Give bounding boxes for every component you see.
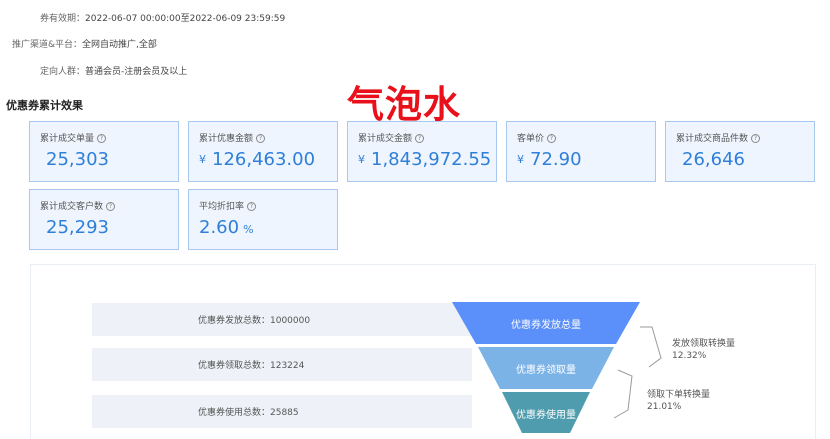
- validity-value: 2022-06-07 00:00:00至2022-06-09 23:59:59: [85, 14, 286, 24]
- card-value: ¥1,843,972.55: [358, 149, 492, 170]
- conversion-label: 发放领取转换量: [672, 339, 736, 349]
- channel-label: 推广渠道&平台：: [12, 40, 83, 50]
- card-value: 25,293: [46, 217, 109, 238]
- metric-card-avg-discount-rate: 平均折扣率? 2.60%: [188, 189, 338, 250]
- question-circle-icon[interactable]: ?: [751, 134, 761, 143]
- metric-card-avg-order-value: 客单价? ¥72.90: [506, 121, 656, 182]
- metric-card-total-orders: 累计成交单量? 25,303: [29, 121, 179, 182]
- section-title: 优惠券累计效果: [6, 99, 83, 112]
- card-value: ¥72.90: [517, 149, 582, 170]
- question-circle-icon[interactable]: ?: [106, 202, 116, 211]
- funnel-row-claimed: 优惠券领取总数：123224: [92, 348, 472, 381]
- conversion-rate: 21.01%: [647, 402, 682, 412]
- card-value: 2.60%: [199, 217, 254, 238]
- funnel-row-text: 优惠券使用总数：25885: [198, 408, 299, 418]
- audience-row: 定向人群：普通会员-注册会员及以上: [40, 64, 187, 77]
- card-label: 累计成交单量: [40, 134, 95, 144]
- funnel-row-text: 优惠券领取总数：123224: [198, 361, 305, 371]
- metric-card-total-gmv: 累计成交金额? ¥1,843,972.55: [347, 121, 497, 182]
- metric-card-total-customers: 累计成交客户数? 25,293: [29, 189, 179, 250]
- funnel-row-text: 优惠券发放总数：1000000: [198, 316, 311, 326]
- card-value: 26,646: [682, 149, 745, 170]
- question-circle-icon[interactable]: ?: [97, 134, 107, 143]
- card-label: 累计成交金额: [358, 134, 413, 144]
- question-circle-icon[interactable]: ?: [256, 134, 266, 143]
- card-label: 累计优惠金额: [199, 134, 254, 144]
- card-label: 累计成交客户数: [40, 202, 104, 212]
- card-label: 累计成交商品件数: [676, 134, 749, 144]
- card-label: 客单价: [517, 134, 545, 144]
- conversion-rate: 12.32%: [672, 351, 707, 361]
- watermark-text: 气泡水: [347, 83, 461, 126]
- channel-value: 全网自动推广,全部: [82, 40, 157, 50]
- question-circle-icon[interactable]: ?: [547, 134, 557, 143]
- card-label: 平均折扣率: [199, 202, 245, 212]
- question-circle-icon[interactable]: ?: [415, 134, 425, 143]
- validity-label: 券有效期：: [40, 14, 86, 24]
- metric-card-total-items: 累计成交商品件数? 26,646: [665, 121, 815, 182]
- funnel-row-issued: 优惠券发放总数：1000000: [92, 303, 472, 336]
- conversion-claimed-used: 领取下单转换量 21.01%: [647, 389, 710, 413]
- conversion-issued-claimed: 发放领取转换量 12.32%: [672, 338, 735, 362]
- audience-value: 普通会员-注册会员及以上: [85, 67, 188, 77]
- question-circle-icon[interactable]: ?: [247, 202, 257, 211]
- card-value: ¥126,463.00: [199, 149, 316, 170]
- conversion-label: 领取下单转换量: [647, 390, 711, 400]
- funnel-row-used: 优惠券使用总数：25885: [92, 395, 472, 428]
- card-value: 25,303: [46, 149, 109, 170]
- audience-label: 定向人群：: [40, 67, 86, 77]
- validity-row: 券有效期：2022-06-07 00:00:00至2022-06-09 23:5…: [40, 11, 285, 24]
- channel-row: 推广渠道&平台：全网自动推广,全部: [12, 37, 157, 50]
- metric-card-total-discount: 累计优惠金额? ¥126,463.00: [188, 121, 338, 182]
